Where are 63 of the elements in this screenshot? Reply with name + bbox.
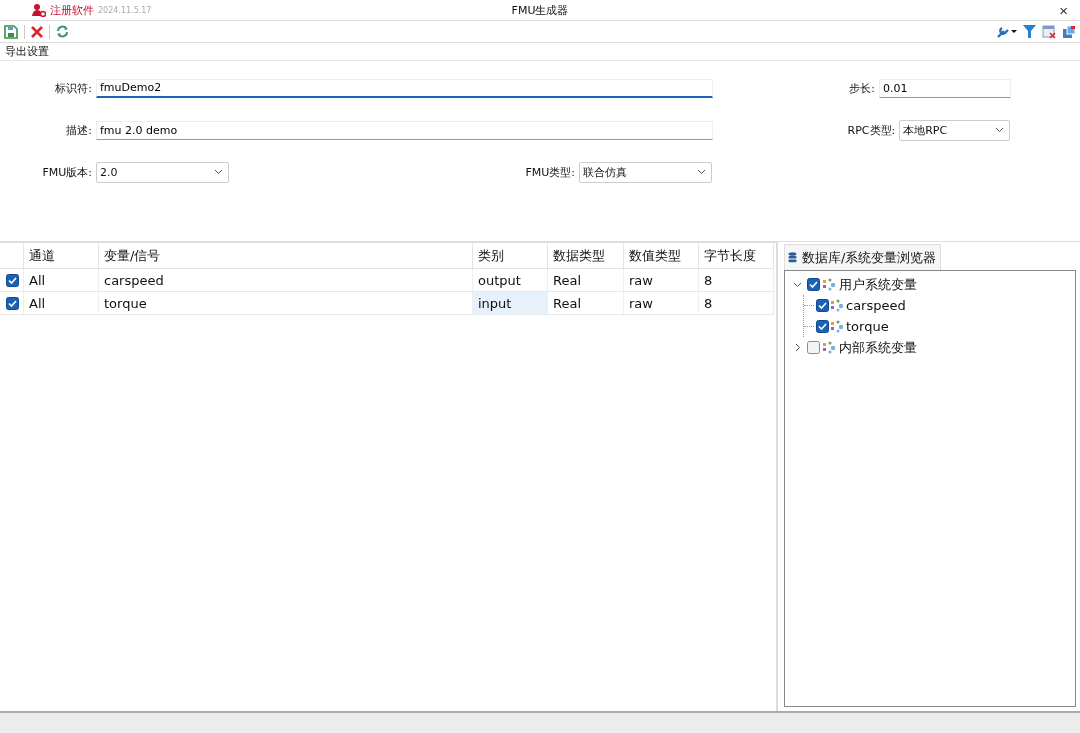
- version-label: 2024.11.5.17: [98, 5, 152, 15]
- table-cell: 8: [698, 291, 774, 315]
- window-close-icon[interactable]: [1042, 24, 1056, 39]
- chevron-down-icon: [995, 127, 1004, 133]
- column-header[interactable]: 类别: [472, 243, 548, 269]
- input-field[interactable]: fmu 2.0 demo: [96, 120, 713, 140]
- table-cell: raw: [623, 291, 699, 315]
- input-field[interactable]: fmuDemo2: [96, 78, 713, 98]
- dropdown[interactable]: 本地RPC: [899, 119, 1010, 141]
- group-title: 导出设置: [0, 43, 1080, 61]
- checkbox[interactable]: [807, 278, 820, 291]
- table-cell: carspeed: [98, 268, 473, 292]
- field-label: 步长:: [848, 80, 876, 96]
- delete-icon[interactable]: [31, 25, 43, 38]
- user-icon: [32, 3, 46, 17]
- column-header[interactable]: 通道: [23, 243, 99, 269]
- save-icon[interactable]: [4, 24, 18, 39]
- tab[interactable]: 数据库/系统变量浏览器: [784, 244, 942, 270]
- input-field[interactable]: 0.01: [879, 78, 1011, 98]
- column-header[interactable]: 数值类型: [623, 243, 699, 269]
- field-label: 描述:: [65, 122, 93, 138]
- table-cell: Real: [547, 291, 624, 315]
- tree-item[interactable]: 内部系统变量: [839, 338, 917, 357]
- field-label: FMU版本:: [41, 164, 93, 180]
- tree-item[interactable]: torque: [846, 319, 889, 334]
- dropdown[interactable]: 联合仿真: [579, 161, 712, 183]
- field-label: RPC类型:: [846, 122, 897, 138]
- table-cell: torque: [98, 291, 473, 315]
- variable-icon: [823, 278, 836, 291]
- table-cell: Real: [547, 268, 624, 292]
- table-cell: output: [472, 268, 548, 292]
- variable-icon: [831, 320, 844, 333]
- dropdown[interactable]: 2.0: [96, 161, 229, 183]
- refresh-icon[interactable]: [56, 25, 69, 38]
- wrench-icon[interactable]: [997, 25, 1017, 38]
- field-label: FMU类型:: [524, 164, 576, 180]
- database-icon: [788, 252, 797, 263]
- table-cell: 8: [698, 268, 774, 292]
- chevron-down-icon: [697, 169, 706, 175]
- checkbox[interactable]: [807, 341, 820, 354]
- window-title: FMU生成器: [511, 2, 569, 18]
- chevron-down-icon[interactable]: [793, 280, 802, 289]
- column-header[interactable]: 变量/信号: [98, 243, 473, 269]
- tree-item[interactable]: carspeed: [846, 298, 906, 313]
- table-cell: All: [23, 291, 99, 315]
- close-button[interactable]: ×: [1055, 1, 1072, 19]
- checkbox[interactable]: [6, 296, 19, 310]
- tree-item[interactable]: 用户系统变量: [839, 275, 917, 294]
- chevron-right-icon[interactable]: [793, 343, 802, 352]
- variable-icon: [831, 299, 844, 312]
- brand-label: 注册软件: [50, 2, 94, 18]
- checkbox[interactable]: [816, 299, 829, 312]
- filter-icon[interactable]: [1023, 25, 1036, 38]
- windows-icon[interactable]: [1062, 24, 1076, 39]
- checkbox[interactable]: [816, 320, 829, 333]
- field-label: 标识符:: [54, 80, 93, 96]
- column-header[interactable]: 数据类型: [547, 243, 624, 269]
- column-header[interactable]: 字节长度: [698, 243, 774, 269]
- table-cell: All: [23, 268, 99, 292]
- chevron-down-icon: [214, 169, 223, 175]
- table-cell: raw: [623, 268, 699, 292]
- variable-icon: [823, 341, 836, 354]
- checkbox[interactable]: [6, 273, 19, 287]
